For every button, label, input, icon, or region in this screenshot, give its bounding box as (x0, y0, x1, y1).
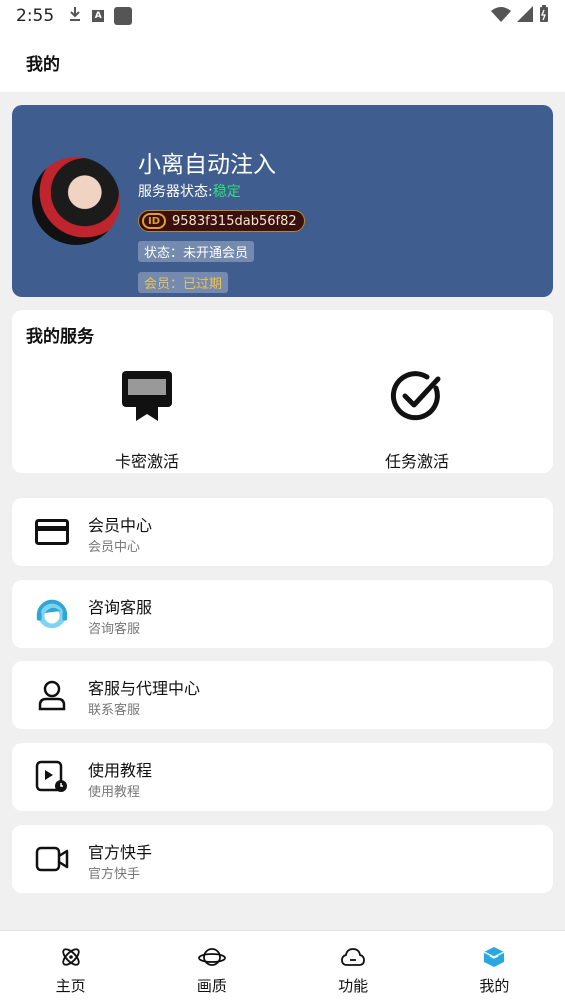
menu-row-consult-service[interactable]: 咨询客服 咨询客服 (12, 580, 553, 648)
profile-name: 小离自动注入 (138, 152, 276, 178)
menu-row-subtitle: 使用教程 (88, 785, 141, 800)
status-bar: 2:55 A (0, 0, 565, 32)
cloud-icon (340, 945, 366, 969)
video-tutorial-icon (34, 759, 70, 795)
menu-row-tutorial[interactable]: 使用教程 使用教程 (12, 743, 553, 811)
user-id-pill[interactable]: ID 9583f315dab56f82 (138, 210, 305, 232)
app-bar: 我的 (0, 32, 565, 92)
server-status-label: 服务器状态: (138, 184, 213, 200)
id-badge-icon: ID (142, 213, 166, 229)
user-id-value: 9583f315dab56f82 (172, 213, 297, 229)
cube-icon (482, 945, 506, 969)
menu-row-subtitle: 会员中心 (88, 540, 141, 555)
nav-label: 我的 (479, 977, 510, 995)
battery-icon (539, 4, 549, 28)
a-icon: A (92, 10, 105, 22)
wifi-icon (491, 6, 511, 27)
avatar[interactable] (32, 157, 120, 245)
services-title: 我的服务 (26, 327, 94, 347)
customer-service-icon (34, 596, 70, 632)
task-activate-label: 任务激活 (384, 452, 449, 471)
server-status: 服务器状态:稳定 (138, 181, 241, 201)
card-key-icon (120, 369, 174, 427)
services-card: 我的服务 卡密激活 任务激活 (12, 310, 553, 473)
credit-card-icon (34, 514, 70, 550)
menu-row-title: 会员中心 (88, 516, 153, 535)
status-time: 2:55 (16, 6, 55, 26)
menu-row-subtitle: 联系客服 (88, 703, 141, 718)
nav-label: 主页 (55, 977, 86, 995)
nav-quality[interactable]: 画质 (141, 931, 282, 1004)
page-title: 我的 (26, 54, 60, 75)
nav-functions[interactable]: 功能 (283, 931, 424, 1004)
nav-home[interactable]: 主页 (0, 931, 141, 1004)
menu-row-subtitle: 咨询客服 (88, 622, 141, 637)
user-icon (34, 677, 70, 713)
menu-row-title: 使用教程 (88, 761, 153, 780)
planet-icon (197, 945, 226, 969)
video-camera-icon (34, 841, 70, 877)
membership-state-tag: 状态：未开通会员 (138, 241, 255, 262)
menu-row-member-center[interactable]: 会员中心 会员中心 (12, 498, 553, 566)
signal-icon (517, 5, 533, 27)
menu-row-subtitle: 官方快手 (88, 867, 141, 882)
menu-row-official-kuaishou[interactable]: 官方快手 官方快手 (12, 825, 553, 893)
check-circle-icon (389, 368, 445, 428)
atom-icon (59, 945, 83, 969)
bottom-nav: 主页 画质 功能 我的 (0, 930, 565, 1004)
card-key-activate-label: 卡密激活 (114, 452, 179, 471)
app-square-icon (114, 7, 133, 25)
menu-row-title: 官方快手 (88, 843, 153, 862)
profile-card[interactable]: 小离自动注入 服务器状态:稳定 ID 9583f315dab56f82 状态：未… (12, 105, 553, 297)
menu-row-title: 客服与代理中心 (88, 679, 201, 698)
nav-label: 画质 (196, 977, 227, 995)
download-icon (68, 6, 82, 27)
member-expiry-tag: 会员：已过期 (138, 272, 229, 293)
card-key-activate-button[interactable]: 卡密激活 (47, 368, 247, 472)
nav-mine[interactable]: 我的 (424, 931, 565, 1004)
server-status-value: 稳定 (212, 184, 241, 200)
nav-label: 功能 (338, 977, 369, 995)
menu-row-agent-center[interactable]: 客服与代理中心 联系客服 (12, 661, 553, 729)
task-activate-button[interactable]: 任务激活 (317, 368, 517, 472)
menu-row-title: 咨询客服 (88, 598, 153, 617)
